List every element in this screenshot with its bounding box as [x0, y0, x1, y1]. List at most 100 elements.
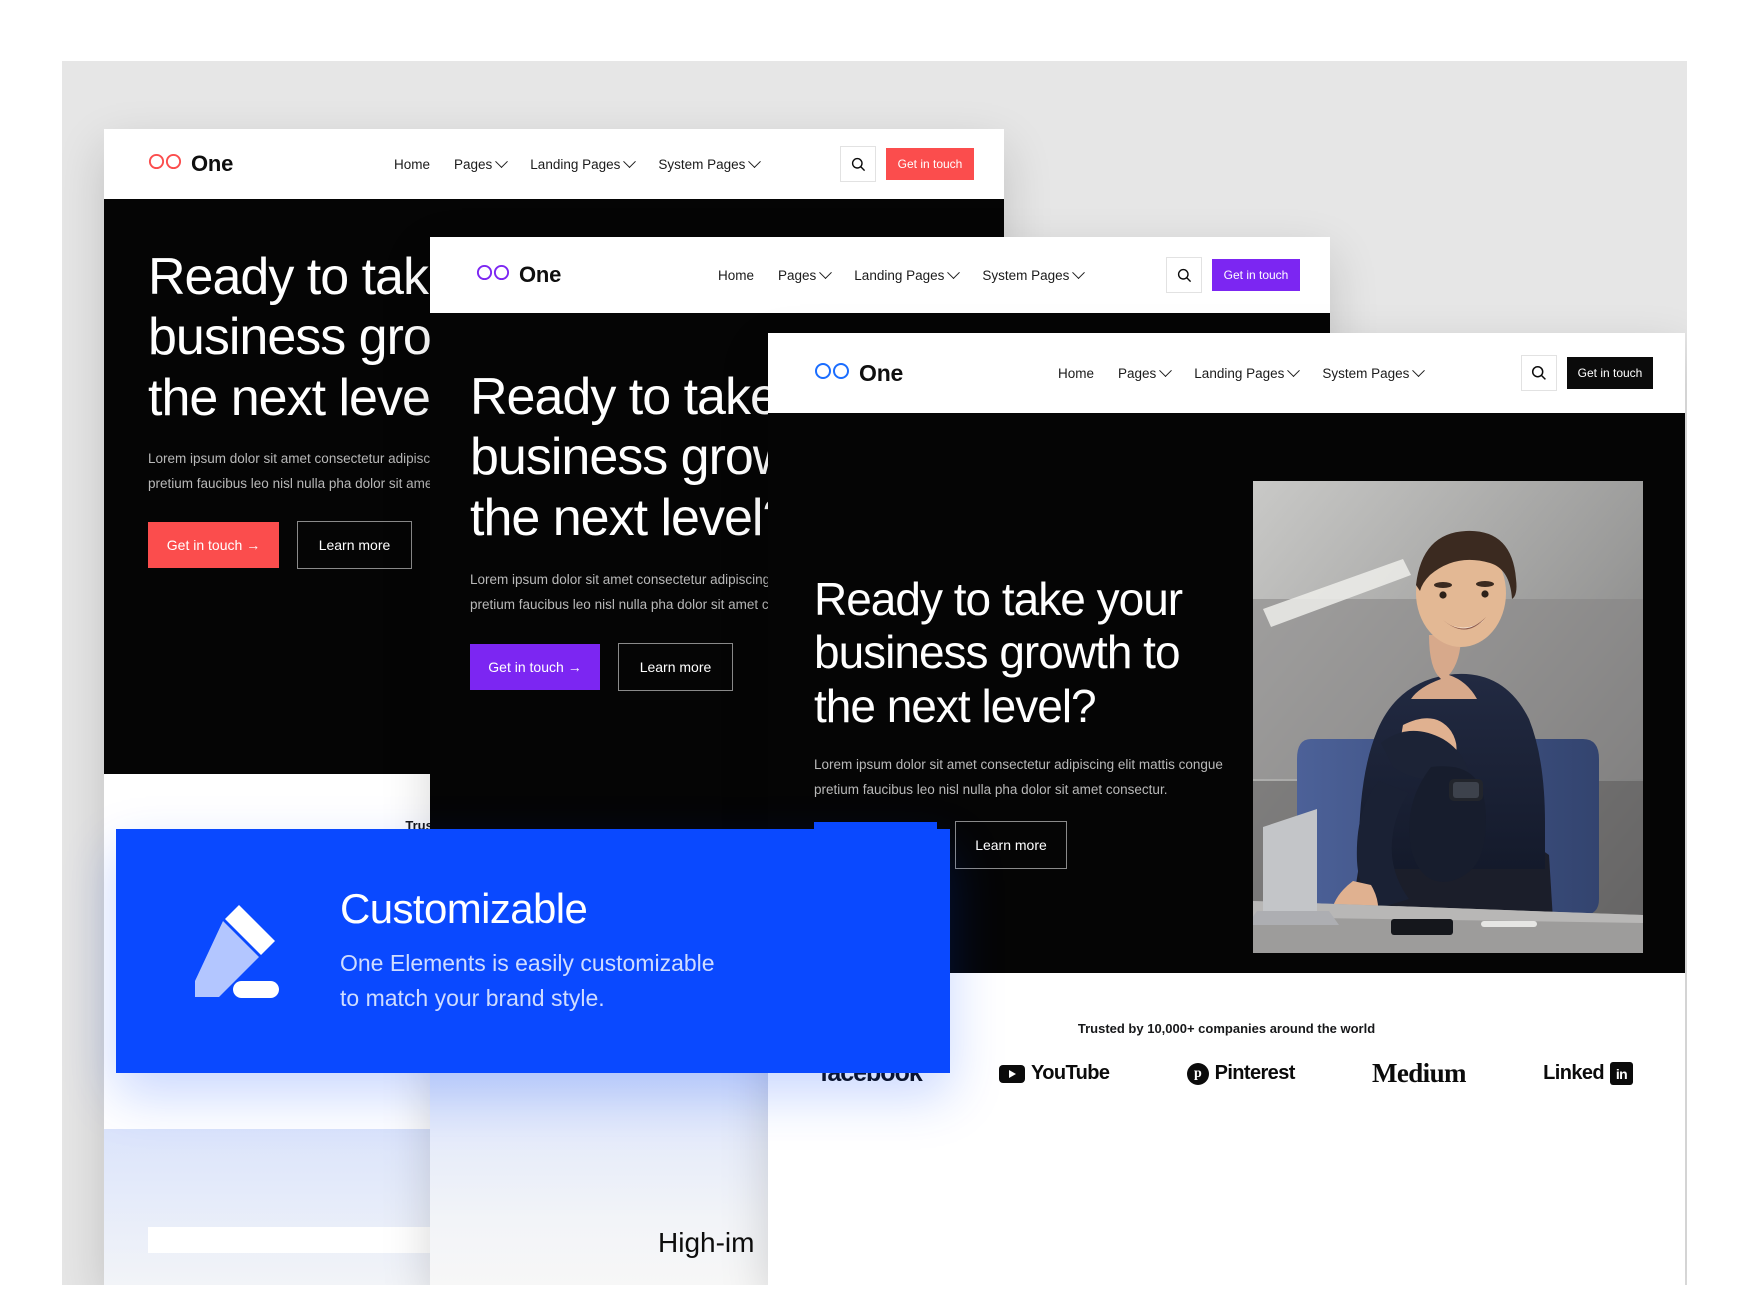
hero-paragraph-line: Lorem ipsum dolor sit amet consectetur a…	[814, 757, 1223, 772]
brand-name: One	[859, 359, 904, 386]
get-in-touch-button[interactable]: Get in touch	[886, 148, 974, 180]
navbar-actions-purple: Get in touch	[1166, 257, 1300, 293]
infinity-icon	[814, 362, 850, 385]
logo-medium: Medium	[1372, 1058, 1467, 1088]
overlay-subtitle: One Elements is easily customizable to m…	[340, 946, 715, 1016]
nav-links-blue: Home Pages Landing Pages System Pages	[1058, 363, 1426, 381]
overlay-subtitle-line: to match your brand style.	[340, 985, 605, 1012]
nav-item-landing-pages[interactable]: Landing Pages	[1194, 363, 1301, 381]
hero-heading-line: Ready to take your	[814, 573, 1183, 625]
nav-label: Landing Pages	[854, 267, 945, 283]
nav-label: Pages	[1118, 365, 1157, 381]
infinity-icon	[148, 153, 182, 175]
youtube-play-icon	[998, 1064, 1025, 1083]
hero-heading-blue: Ready to take your business growth to th…	[814, 573, 1183, 733]
search-button[interactable]	[1521, 355, 1557, 391]
button-label: Get in touch	[166, 537, 243, 553]
navbar-purple: One Home Pages Landing Pages System Page…	[430, 237, 1330, 313]
chevron-down-icon	[1287, 363, 1301, 377]
nav-item-home[interactable]: Home	[394, 157, 430, 172]
search-icon	[1177, 268, 1191, 282]
navbar-red: One Home Pages Landing Pages System Page…	[104, 129, 1004, 199]
chevron-down-icon	[748, 154, 762, 168]
brand-name: One	[191, 151, 234, 176]
nav-label: Pages	[778, 267, 817, 283]
nav-links-red: Home Pages Landing Pages System Pages	[394, 154, 762, 172]
search-icon	[1531, 365, 1546, 380]
hero-primary-button-purple[interactable]: Get in touch →	[470, 644, 600, 690]
logo-linkedin: Linked in	[1543, 1062, 1633, 1085]
brand-logo-purple[interactable]: One	[476, 262, 561, 288]
infinity-icon	[476, 264, 510, 286]
linkedin-in-icon: in	[1609, 1062, 1633, 1085]
nav-label: System Pages	[1322, 365, 1410, 381]
logo-label: Linked	[1543, 1062, 1604, 1084]
composition-canvas: One Home Pages Landing Pages System Page…	[62, 61, 1687, 1285]
nav-label: Pages	[454, 156, 493, 172]
nav-item-landing-pages[interactable]: Landing Pages	[530, 154, 637, 172]
nav-label: Home	[394, 156, 431, 172]
chevron-down-icon	[1072, 265, 1086, 279]
nav-item-system-pages[interactable]: System Pages	[1322, 363, 1426, 381]
arrow-right-icon: →	[246, 537, 261, 553]
nav-label: Landing Pages	[1194, 365, 1285, 381]
chevron-down-icon	[1412, 363, 1426, 377]
nav-item-home[interactable]: Home	[1058, 366, 1094, 381]
logo-pinterest: p Pinterest	[1186, 1062, 1296, 1085]
hero-photo	[1253, 481, 1643, 953]
get-in-touch-button[interactable]: Get in touch	[1212, 259, 1300, 291]
businessman-photo	[1253, 481, 1643, 953]
nav-label: System Pages	[982, 267, 1070, 283]
overlay-subtitle-line: One Elements is easily customizable	[340, 950, 715, 977]
search-button[interactable]	[840, 146, 876, 182]
logo-youtube: YouTube	[998, 1062, 1110, 1085]
chevron-down-icon	[495, 154, 509, 168]
chevron-down-icon	[819, 265, 833, 279]
nav-label: Home	[718, 267, 755, 283]
hero-paragraph-line: pretium faucibus leo nisl nulla pha dolo…	[814, 781, 1168, 797]
hero-paragraph-blue: Lorem ipsum dolor sit amet consectetur a…	[814, 753, 1223, 803]
brand-logo-red[interactable]: One	[148, 151, 233, 177]
customizable-feature-badge[interactable]: Customizable One Elements is easily cust…	[116, 829, 950, 1073]
logo-label: YouTube	[1030, 1062, 1110, 1084]
nav-item-pages[interactable]: Pages	[1118, 363, 1173, 381]
navbar-actions-red: Get in touch	[840, 146, 974, 182]
nav-item-system-pages[interactable]: System Pages	[658, 154, 762, 172]
overlay-title: Customizable	[340, 884, 588, 932]
nav-item-pages[interactable]: Pages	[778, 265, 833, 283]
chevron-down-icon	[1159, 363, 1173, 377]
nav-item-landing-pages[interactable]: Landing Pages	[854, 265, 961, 283]
brand-name: One	[519, 262, 562, 287]
hero-secondary-button-purple[interactable]: Learn more	[618, 643, 733, 691]
below-fold-heading-purple: High-im	[658, 1227, 755, 1258]
chevron-down-icon	[623, 154, 637, 168]
hero-secondary-button-red[interactable]: Learn more	[297, 521, 412, 569]
nav-item-system-pages[interactable]: System Pages	[982, 265, 1086, 283]
hero-primary-button-red[interactable]: Get in touch →	[148, 522, 279, 568]
hero-buttons-red: Get in touch → Learn more	[148, 521, 412, 569]
chevron-down-icon	[947, 265, 961, 279]
nav-label: Landing Pages	[530, 156, 621, 172]
logo-label: Pinterest	[1214, 1062, 1296, 1084]
search-icon	[851, 157, 865, 171]
customizable-text-block: Customizable One Elements is easily cust…	[340, 884, 715, 1016]
pencil-icon	[164, 895, 314, 1007]
search-button[interactable]	[1166, 257, 1202, 293]
pinterest-icon: p	[1186, 1062, 1209, 1085]
nav-label: System Pages	[658, 156, 746, 172]
nav-item-pages[interactable]: Pages	[454, 154, 509, 172]
template-card-blue[interactable]: One Home Pages Landing Pages System Page…	[768, 333, 1685, 1285]
nav-label: Home	[1058, 365, 1095, 381]
arrow-right-icon: →	[567, 659, 582, 675]
hero-secondary-button-blue[interactable]: Learn more	[955, 821, 1067, 869]
get-in-touch-button[interactable]: Get in touch	[1567, 357, 1653, 389]
brand-logo-blue[interactable]: One	[814, 360, 903, 387]
nav-item-home[interactable]: Home	[718, 268, 754, 283]
hero-heading-line: business growth to	[814, 626, 1181, 679]
hero-buttons-purple: Get in touch → Learn more	[470, 643, 733, 691]
nav-links-purple: Home Pages Landing Pages System Pages	[718, 265, 1086, 283]
navbar-blue: One Home Pages Landing Pages System Page…	[768, 333, 1685, 413]
hero-heading-line: the next level?	[814, 679, 1097, 732]
navbar-actions-blue: Get in touch	[1521, 355, 1653, 391]
button-label: Get in touch	[488, 659, 564, 675]
